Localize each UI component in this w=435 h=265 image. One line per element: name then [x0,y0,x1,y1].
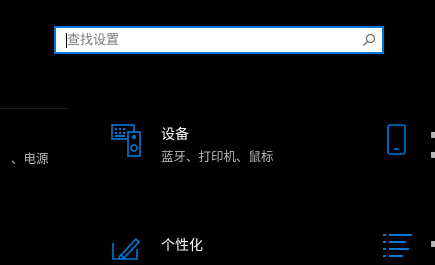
devices-tile[interactable]: 设备 蓝牙、打印机、鼠标 [111,124,341,172]
personalization-tile[interactable]: 个性化 [111,235,341,265]
search-input[interactable] [56,28,382,52]
personalization-title: 个性化 [161,238,203,254]
search-box[interactable] [54,26,384,54]
devices-title: 设备 [161,127,189,143]
right-tile-subtitle-edge: ▪ [430,147,435,161]
section-divider [0,108,68,109]
text-caret [66,33,67,48]
keyboard-speaker-icon [111,124,141,157]
list-icon[interactable] [383,233,413,257]
right-tile2-title-edge: ▪ [430,236,435,250]
paintbrush-tablet-icon [112,237,141,260]
devices-subtitle: 蓝牙、打印机、鼠标 [161,149,274,164]
partial-left-tile-subtitle: 、电源 [11,151,49,166]
search-icon [363,33,376,46]
right-tile-title-edge: ▪ [430,127,435,141]
phone-icon[interactable] [386,124,408,156]
